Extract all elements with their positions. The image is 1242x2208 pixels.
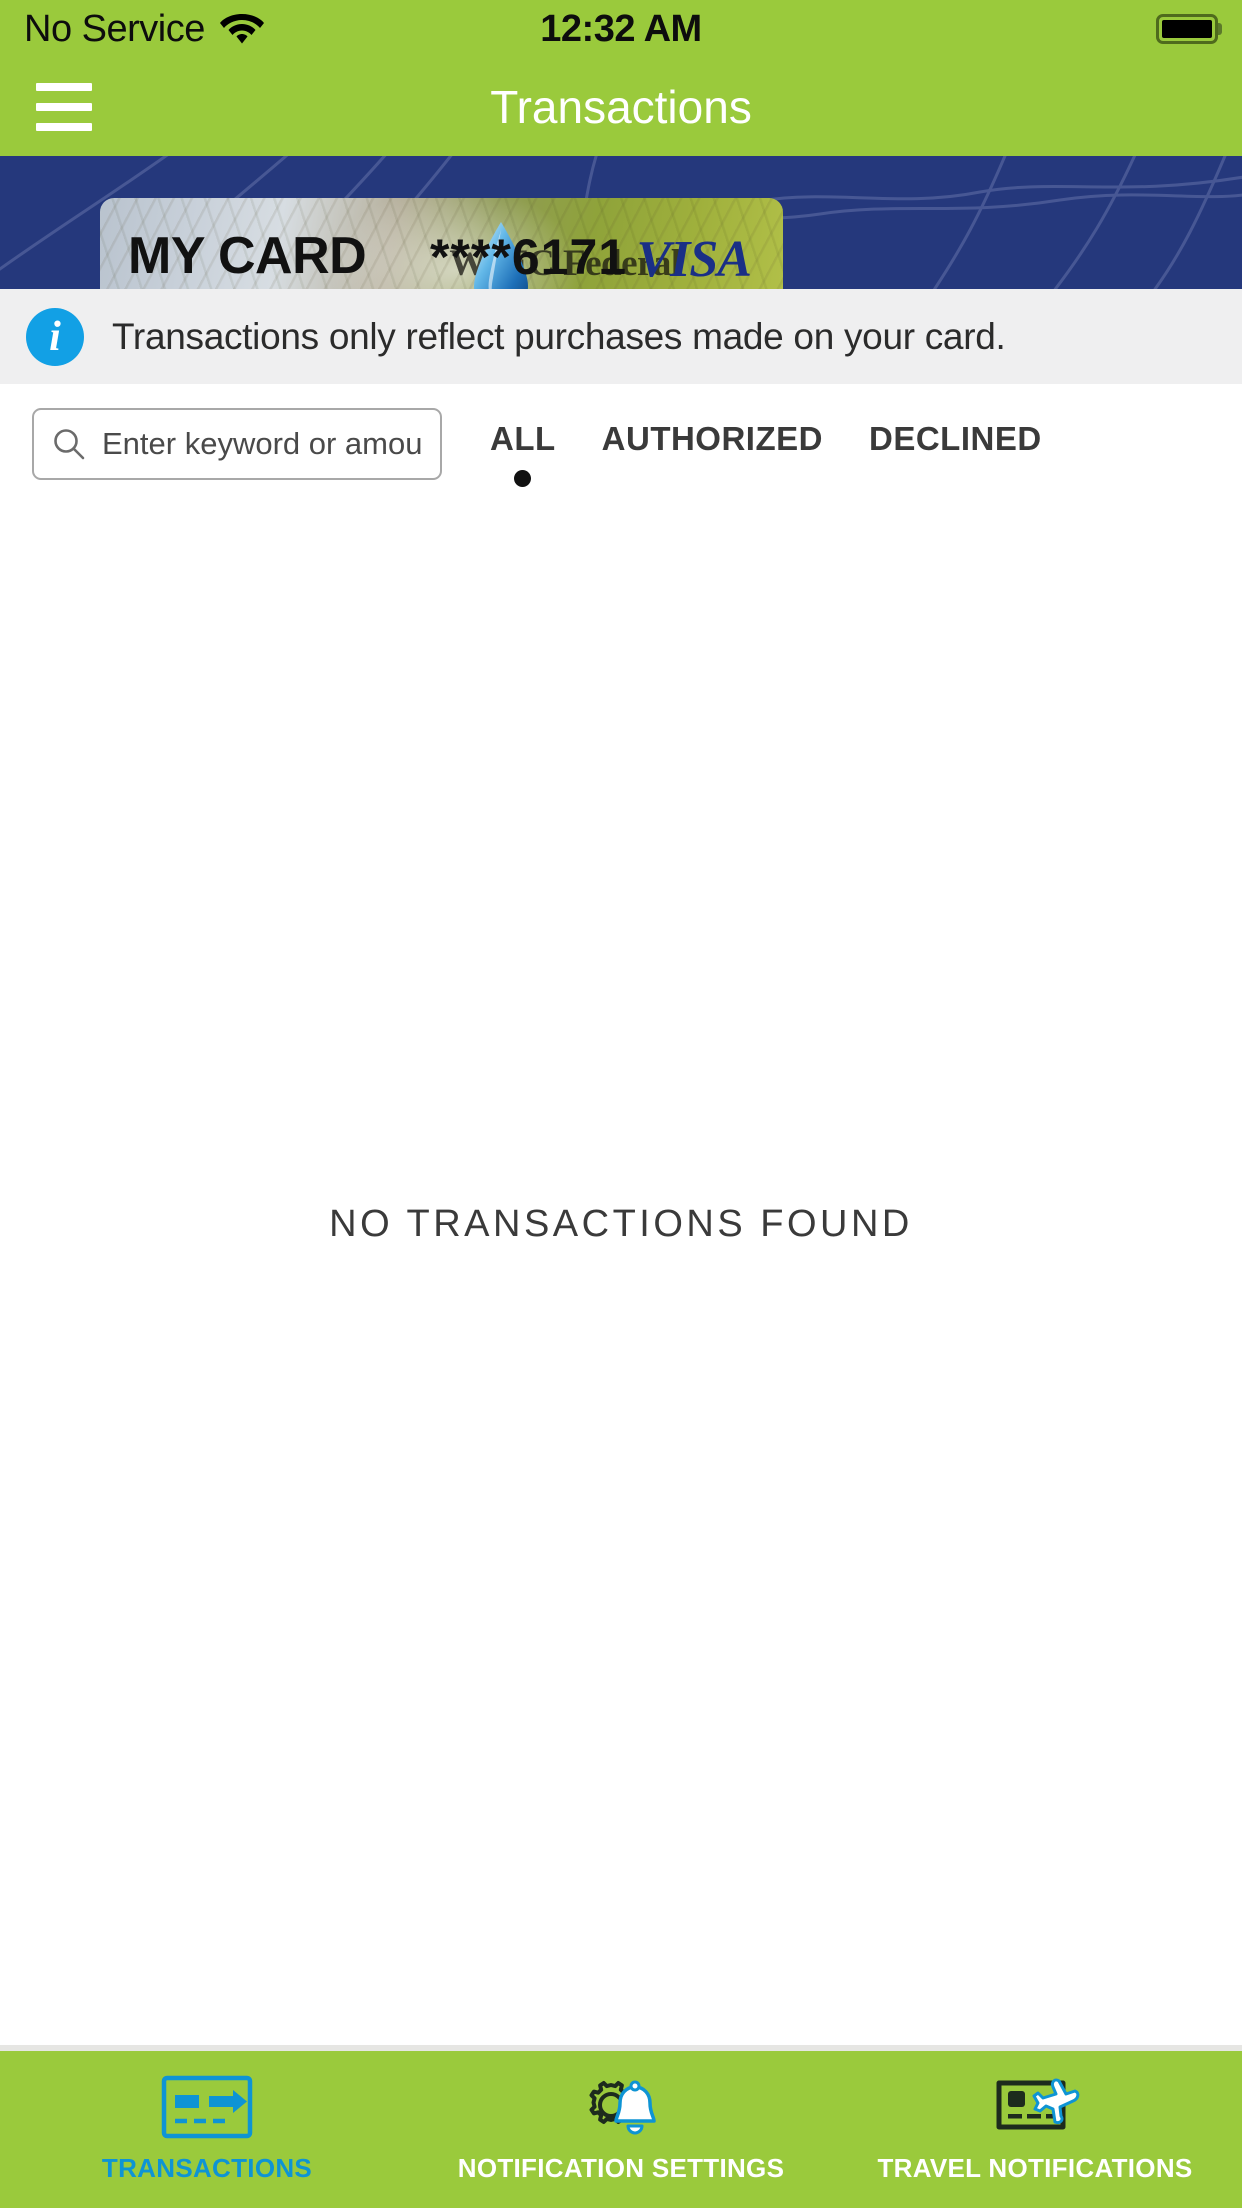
hamburger-bar-1 bbox=[36, 83, 92, 91]
page-title: Transactions bbox=[490, 81, 752, 133]
info-banner: i Transactions only reflect purchases ma… bbox=[0, 289, 1242, 384]
navigation-bar: Transactions bbox=[0, 58, 1242, 156]
battery-cap bbox=[1218, 23, 1222, 35]
card-banner: WSFC Federal Credit Union MY CARD ****61… bbox=[0, 156, 1242, 289]
filter-tab-authorized[interactable]: AUTHORIZED bbox=[602, 420, 823, 487]
tab-travel-notifications[interactable]: TRAVEL NOTIFICATIONS bbox=[828, 2051, 1242, 2208]
empty-state-message: NO TRANSACTIONS FOUND bbox=[329, 1203, 913, 1245]
wifi-icon bbox=[219, 10, 265, 49]
visa-logo: VISA bbox=[636, 231, 752, 288]
tab-transactions[interactable]: TRANSACTIONS bbox=[0, 2051, 414, 2208]
filter-tab-declined-label: DECLINED bbox=[868, 420, 1042, 457]
search-icon bbox=[54, 429, 85, 460]
card-masked-number: ****6171 bbox=[430, 229, 628, 285]
status-bar-left: No Service bbox=[24, 8, 265, 51]
hamburger-bar-3 bbox=[36, 123, 92, 131]
filter-tab-declined[interactable]: DECLINED bbox=[869, 420, 1042, 487]
search-input[interactable] bbox=[100, 425, 424, 463]
transaction-filter-tabs: ALL AUTHORIZED DECLINED bbox=[490, 408, 1042, 487]
battery-level-fill bbox=[1162, 20, 1212, 38]
search-filter-row: ALL AUTHORIZED DECLINED bbox=[0, 384, 1242, 509]
search-box[interactable] bbox=[32, 408, 442, 480]
status-bar-right bbox=[1156, 14, 1222, 44]
transactions-list-area: NO TRANSACTIONS FOUND bbox=[0, 659, 1242, 2045]
info-banner-text: Transactions only reflect purchases made… bbox=[112, 315, 1006, 357]
hamburger-menu-icon[interactable] bbox=[36, 83, 92, 131]
status-bar: No Service 12:32 AM bbox=[0, 0, 1242, 58]
info-circle-icon: i bbox=[26, 307, 84, 366]
card-nickname: MY CARD bbox=[128, 227, 367, 285]
tab-notification-settings-label: NOTIFICATION SETTINGS bbox=[457, 2153, 785, 2183]
card-transfer-icon bbox=[161, 2075, 253, 2139]
tab-notification-settings[interactable]: NOTIFICATION SETTINGS bbox=[414, 2051, 828, 2208]
tab-transactions-label: TRANSACTIONS bbox=[101, 2153, 313, 2183]
card-airplane-icon bbox=[989, 2075, 1081, 2139]
filter-tab-all-label: ALL bbox=[490, 420, 556, 457]
bottom-tab-bar: TRANSACTIONS NOTIFICATION SETTINGS TRAVE… bbox=[0, 2045, 1242, 2208]
filter-tab-authorized-label: AUTHORIZED bbox=[601, 420, 823, 457]
carrier-label: No Service bbox=[24, 7, 205, 50]
filter-tab-all[interactable]: ALL bbox=[490, 420, 556, 487]
card-tile[interactable]: WSFC Federal Credit Union MY CARD ****61… bbox=[100, 198, 783, 289]
battery-icon bbox=[1156, 14, 1222, 44]
hamburger-bar-2 bbox=[36, 103, 92, 111]
filter-tab-all-selected-dot bbox=[514, 470, 532, 487]
gear-bell-icon bbox=[575, 2075, 667, 2139]
tab-travel-notifications-label: TRAVEL NOTIFICATIONS bbox=[877, 2153, 1193, 2183]
